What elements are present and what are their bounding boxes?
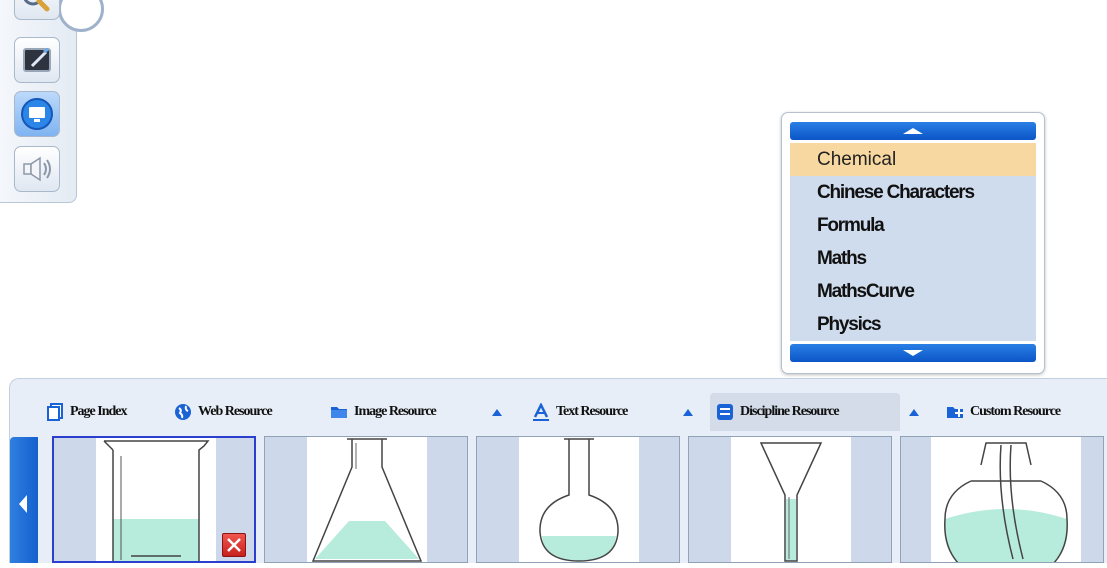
discipline-icon	[717, 404, 733, 420]
search-tool-button[interactable]	[14, 0, 60, 20]
erlenmeyer-flask-icon	[311, 438, 423, 562]
thumbnail-round-bottom-flask[interactable]	[476, 436, 680, 563]
thumbnail-erlenmeyer-flask[interactable]	[264, 436, 468, 563]
thumbnail-bell-jar[interactable]	[900, 436, 1104, 563]
scroll-down-button[interactable]	[790, 344, 1036, 362]
blackboard-icon	[23, 47, 51, 72]
folder-icon	[331, 407, 347, 418]
tab-text-resource[interactable]: Text Resource	[526, 393, 633, 431]
tool-strip	[0, 0, 104, 203]
screen-tool-button[interactable]	[14, 91, 60, 137]
folder-plus-icon	[947, 407, 963, 418]
thumbnail-beaker[interactable]	[52, 436, 256, 563]
tab-label: Discipline Resource	[740, 404, 840, 419]
triangle-up-icon	[903, 128, 923, 134]
tab-web-resource[interactable]: Web Resource	[168, 393, 278, 431]
tab-label: Page Index	[70, 404, 127, 419]
tab-label: Text Resource	[556, 404, 628, 419]
triangle-left-icon	[19, 495, 27, 513]
sound-tool-button[interactable]	[14, 146, 60, 192]
text-a-icon	[533, 403, 549, 421]
funnel-icon	[759, 442, 823, 562]
discipline-item-chinese-characters[interactable]: Chinese Characters	[790, 176, 1036, 209]
discipline-resource-dropdown-arrow[interactable]	[908, 406, 920, 418]
image-resource-dropdown-arrow[interactable]	[491, 406, 503, 418]
thumbnail-funnel[interactable]	[688, 436, 892, 563]
text-resource-dropdown-arrow[interactable]	[682, 406, 694, 418]
speaker-icon	[23, 156, 51, 182]
globe-icon	[175, 404, 191, 420]
triangle-down-icon	[903, 350, 923, 356]
discipline-item-maths[interactable]: Maths	[790, 242, 1036, 275]
scroll-up-button[interactable]	[790, 122, 1036, 140]
tool-strip-knob[interactable]	[58, 0, 104, 32]
page-index-icon	[47, 403, 63, 421]
close-icon	[227, 538, 241, 552]
tab-label: Custom Resource	[970, 404, 1061, 419]
discipline-item-physics[interactable]: Physics	[790, 308, 1036, 341]
discipline-item-mathscurve[interactable]: MathsCurve	[790, 275, 1036, 308]
discipline-item-formula[interactable]: Formula	[790, 209, 1036, 242]
tab-page-index[interactable]: Page Index	[40, 393, 133, 431]
tab-label: Web Resource	[198, 404, 273, 419]
monitor-icon	[21, 98, 53, 130]
thumbnail-strip	[10, 433, 1107, 563]
scroll-left-button[interactable]	[10, 437, 38, 563]
beaker-icon	[103, 440, 210, 561]
round-bottom-flask-icon	[539, 438, 619, 562]
blackboard-tool-button[interactable]	[14, 37, 60, 83]
discipline-item-chemical[interactable]: Chemical	[790, 143, 1036, 176]
bell-jar-icon	[944, 442, 1068, 562]
tab-discipline-resource[interactable]: Discipline Resource	[710, 393, 900, 431]
discipline-list: Chemical Chinese Characters Formula Math…	[790, 143, 1036, 341]
resource-panel: Page Index Web Resource Image Resource T…	[9, 378, 1107, 563]
tab-label: Image Resource	[354, 404, 437, 419]
delete-button[interactable]	[222, 533, 246, 557]
magnifier-icon	[23, 0, 50, 12]
discipline-dropdown: Chemical Chinese Characters Formula Math…	[781, 112, 1045, 374]
tab-custom-resource[interactable]: Custom Resource	[940, 393, 1066, 431]
tab-image-resource[interactable]: Image Resource	[324, 393, 442, 431]
